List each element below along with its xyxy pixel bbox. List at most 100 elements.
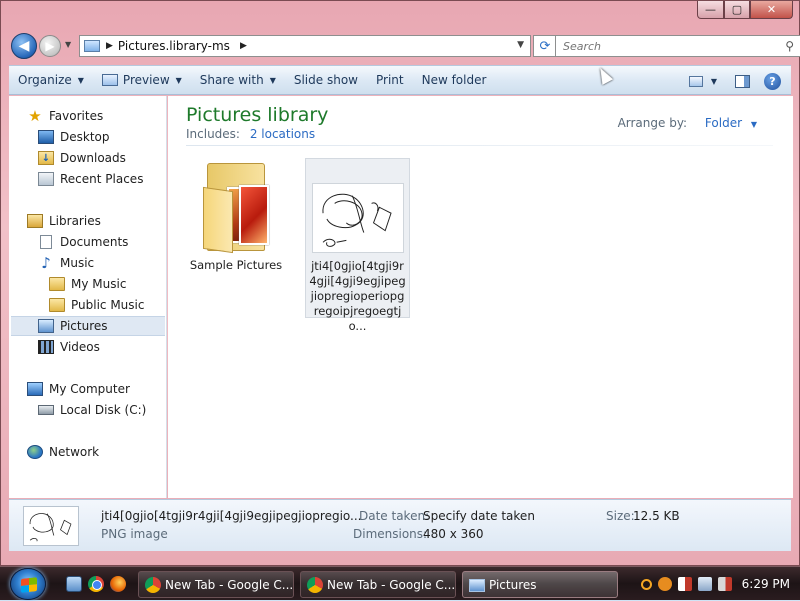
sidebar-item-label: My Computer <box>49 382 130 396</box>
firefox-icon[interactable] <box>110 576 126 592</box>
sidebar-item-public-music[interactable]: Public Music <box>49 295 144 315</box>
taskbar-item-label: Pictures <box>489 577 537 592</box>
sidebar-item-recent-places[interactable]: Recent Places <box>38 169 143 189</box>
organize-button[interactable]: Organize ▼ <box>9 65 93 95</box>
sidebar-item-local-disk[interactable]: Local Disk (C:) <box>38 400 146 420</box>
divider <box>186 145 773 146</box>
date-taken-value[interactable]: Specify date taken <box>423 509 535 523</box>
sidebar-item-my-music[interactable]: My Music <box>49 274 126 294</box>
breadcrumb-item[interactable]: Pictures.library-ms <box>118 39 230 53</box>
folder-item[interactable]: Sample Pictures <box>186 156 286 276</box>
chevron-down-icon: ▼ <box>175 75 182 85</box>
folder-icon <box>49 277 65 291</box>
print-button[interactable]: Print <box>367 65 413 95</box>
chrome-icon[interactable] <box>88 576 104 592</box>
print-label: Print <box>375 73 404 87</box>
documents-icon <box>40 235 52 249</box>
sidebar-item-label: Desktop <box>60 130 110 144</box>
volume-muted-icon[interactable] <box>717 577 732 591</box>
pictures-icon <box>38 319 54 333</box>
command-bar: Organize ▼ Preview ▼ Share with ▼ Slide … <box>9 65 791 95</box>
refresh-button[interactable]: ⟳ <box>533 35 557 57</box>
star-icon: ★ <box>28 107 42 125</box>
sidebar-item-network[interactable]: Network <box>27 442 99 462</box>
taskbar-item-chrome-2[interactable]: New Tab - Google C... <box>300 571 456 598</box>
selected-file-name: jti4[0gjio[4tgji9r4gji[4gji9egjipegjiopr… <box>101 509 362 523</box>
search-icon[interactable] <box>640 578 652 590</box>
sidebar-item-label: Music <box>60 256 95 270</box>
preview-pane-icon[interactable] <box>735 74 750 88</box>
taskbar-item-chrome-1[interactable]: New Tab - Google C... <box>138 571 294 598</box>
hard-disk-icon <box>38 405 54 415</box>
maximize-button[interactable]: ▢ <box>724 1 750 19</box>
address-bar[interactable]: ▶ Pictures.library-ms ▶ ▼ <box>79 35 531 57</box>
sidebar-item-pictures[interactable]: Pictures <box>11 316 165 336</box>
details-thumbnail <box>23 506 79 546</box>
sidebar-item-libraries[interactable]: Libraries <box>27 211 101 231</box>
back-button[interactable]: ◀ <box>11 33 37 59</box>
share-with-label: Share with <box>199 73 264 87</box>
image-file-item[interactable]: jti4[0gjio[4tgji9r4gji[4gji9egjipegjiopr… <box>305 158 410 333</box>
recent-pages-dropdown-icon[interactable]: ▼ <box>65 40 71 49</box>
command-bar-right: ▼ ? <box>688 66 787 96</box>
content-pane: Pictures library Includes: 2 locations A… <box>168 96 793 498</box>
address-dropdown-icon[interactable]: ▼ <box>517 40 524 50</box>
help-icon[interactable]: ? <box>764 72 781 90</box>
sidebar-item-label: Favorites <box>49 109 104 123</box>
image-thumbnail <box>311 183 404 253</box>
dimensions-value: 480 x 360 <box>423 527 484 541</box>
chrome-icon <box>145 577 161 593</box>
action-center-flag-icon[interactable] <box>677 577 692 591</box>
slide-show-label: Slide show <box>293 73 358 87</box>
slide-show-button[interactable]: Slide show <box>285 65 367 95</box>
locations-link[interactable]: 2 locations <box>250 127 315 141</box>
sidebar-item-label: Libraries <box>49 214 101 228</box>
forward-button[interactable]: ▶ <box>39 35 61 57</box>
clock[interactable]: 6:29 PM <box>742 577 790 591</box>
taskbar-item-pictures[interactable]: Pictures <box>462 571 618 598</box>
network-status-icon[interactable] <box>697 577 712 591</box>
sidebar-item-label: Recent Places <box>60 172 144 186</box>
date-taken-label: Date taken: <box>359 509 430 523</box>
selected-file-type: PNG image <box>101 527 168 541</box>
sidebar-item-label: Network <box>49 445 100 459</box>
sidebar-item-desktop[interactable]: Desktop <box>38 127 110 147</box>
item-label: Sample Pictures <box>189 258 283 272</box>
view-options-dropdown-icon[interactable]: ▼ <box>711 77 717 86</box>
search-box[interactable]: ⚲ <box>555 35 800 57</box>
new-folder-button[interactable]: New folder <box>413 65 496 95</box>
size-value: 12.5 KB <box>633 509 680 523</box>
library-includes: Includes: 2 locations <box>186 127 315 141</box>
change-view-icon[interactable] <box>688 75 703 87</box>
bittorrent-icon[interactable] <box>657 577 672 591</box>
size-label: Size: <box>606 509 635 523</box>
sidebar-item-documents[interactable]: Documents <box>38 232 128 252</box>
start-button[interactable] <box>10 568 46 600</box>
sidebar-item-my-computer[interactable]: My Computer <box>27 379 130 399</box>
show-desktop-icon[interactable] <box>66 576 82 592</box>
window-controls: — ▢ ✕ <box>697 1 793 19</box>
arrange-by-dropdown[interactable]: Folder <box>705 116 742 130</box>
network-globe-icon <box>27 445 43 459</box>
preview-button[interactable]: Preview ▼ <box>93 65 191 95</box>
windows-logo-icon <box>21 577 37 593</box>
sidebar-item-label: Downloads <box>60 151 126 165</box>
sidebar-item-videos[interactable]: Videos <box>38 337 100 357</box>
sidebar-item-favorites[interactable]: ★ Favorites <box>27 106 103 126</box>
breadcrumb-chevron-icon[interactable]: ▶ <box>106 41 113 51</box>
preview-label: Preview <box>122 73 170 87</box>
sidebar-item-music[interactable]: ♪ Music <box>38 253 94 273</box>
pictures-folder-icon <box>201 159 271 254</box>
search-input[interactable] <box>561 38 771 54</box>
sidebar-item-label: Documents <box>60 235 129 249</box>
search-icon[interactable]: ⚲ <box>785 39 794 53</box>
chevron-down-icon[interactable]: ▼ <box>751 120 757 129</box>
minimize-button[interactable]: — <box>697 1 724 19</box>
share-with-button[interactable]: Share with ▼ <box>191 65 285 95</box>
navigation-pane: ★ Favorites Desktop ↓ Downloads Recent P… <box>9 96 167 498</box>
close-button[interactable]: ✕ <box>750 1 793 19</box>
breadcrumb-chevron-icon[interactable]: ▶ <box>240 41 247 51</box>
sidebar-item-downloads[interactable]: ↓ Downloads <box>38 148 126 168</box>
explorer-window: — ▢ ✕ ◀ ▶ ▼ ▶ Pictures.library-ms ▶ ▼ ⟳ … <box>0 0 800 566</box>
navigation-row: ◀ ▶ ▼ ▶ Pictures.library-ms ▶ ▼ ⟳ ⚲ <box>9 31 800 61</box>
